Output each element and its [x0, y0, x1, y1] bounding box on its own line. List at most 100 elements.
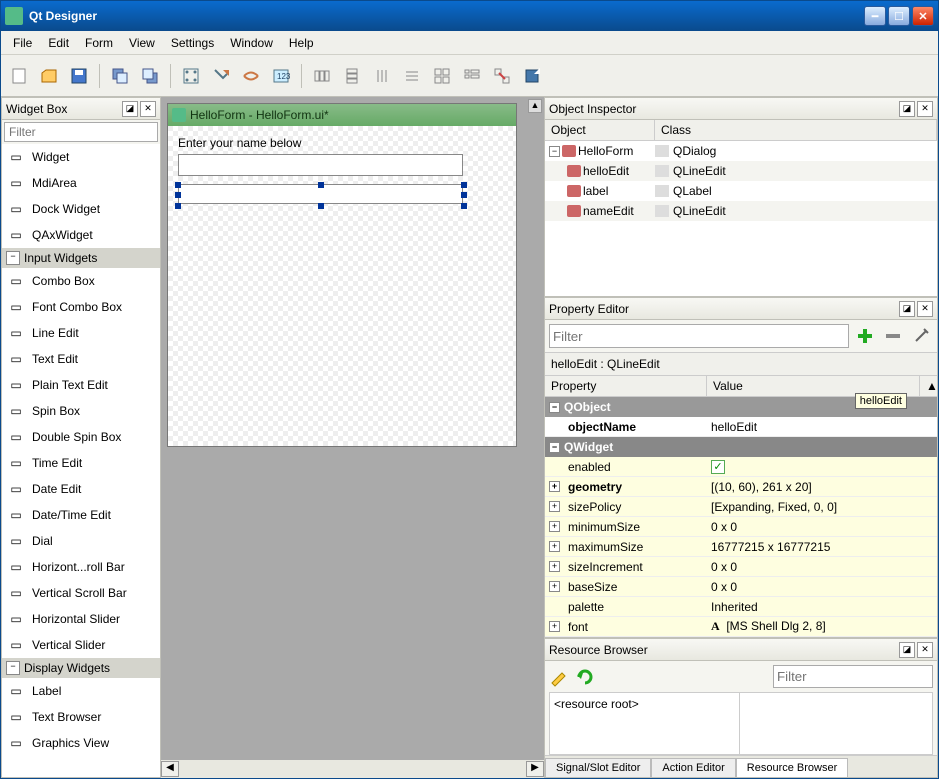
scroll-right[interactable]: ▶	[526, 761, 544, 777]
widget-item[interactable]: ▭Widget	[2, 144, 160, 170]
property-row[interactable]: paletteInherited	[545, 597, 937, 617]
menu-window[interactable]: Window	[222, 33, 281, 53]
property-row[interactable]: +maximumSize16777215 x 16777215	[545, 537, 937, 557]
menu-settings[interactable]: Settings	[163, 33, 222, 53]
bring-front-button[interactable]	[136, 62, 164, 90]
property-row[interactable]: +baseSize0 x 0	[545, 577, 937, 597]
resource-filter-input[interactable]	[773, 665, 933, 688]
object-row[interactable]: helloEditQLineEdit	[545, 161, 937, 181]
dock-close-button[interactable]: ✕	[140, 101, 156, 117]
widget-item[interactable]: ▭Horizontal Slider	[2, 606, 160, 632]
send-back-button[interactable]	[106, 62, 134, 90]
edit-buddies-button[interactable]	[237, 62, 265, 90]
property-group[interactable]: −QWidget	[545, 437, 937, 457]
resource-tree[interactable]: <resource root>	[550, 693, 740, 754]
widget-item[interactable]: ▭Label	[2, 678, 160, 704]
edit-resources-button[interactable]	[549, 667, 569, 687]
menu-edit[interactable]: Edit	[40, 33, 77, 53]
layout-grid-button[interactable]	[428, 62, 456, 90]
open-button[interactable]	[35, 62, 63, 90]
form-label[interactable]: Enter your name below	[178, 136, 301, 150]
widget-item[interactable]: ▭Vertical Scroll Bar	[2, 580, 160, 606]
remove-property-button[interactable]	[881, 324, 905, 348]
widget-category[interactable]: −Input Widgets	[2, 248, 160, 268]
dock-close-button[interactable]: ✕	[917, 101, 933, 117]
add-property-button[interactable]	[853, 324, 877, 348]
center-hscroll[interactable]: ◀ ▶	[161, 760, 544, 778]
menu-file[interactable]: File	[5, 33, 40, 53]
widget-item[interactable]: ▭Time Edit	[2, 450, 160, 476]
dock-close-button[interactable]: ✕	[917, 642, 933, 658]
class-col-header[interactable]: Class	[655, 120, 937, 140]
edit-taborder-button[interactable]: 123	[267, 62, 295, 90]
layout-hsplit-button[interactable]	[368, 62, 396, 90]
object-row[interactable]: labelQLabel	[545, 181, 937, 201]
widget-item[interactable]: ▭Font Combo Box	[2, 294, 160, 320]
widget-item[interactable]: ▭Dock Widget	[2, 196, 160, 222]
widget-item[interactable]: ▭Text Browser	[2, 704, 160, 730]
reload-button[interactable]	[575, 667, 595, 687]
dock-float-button[interactable]: ◪	[122, 101, 138, 117]
property-row[interactable]: +geometry[(10, 60), 261 x 20]	[545, 477, 937, 497]
scroll-left[interactable]: ◀	[161, 761, 179, 777]
property-row[interactable]: +sizePolicy[Expanding, Fixed, 0, 0]	[545, 497, 937, 517]
dock-close-button[interactable]: ✕	[917, 301, 933, 317]
maximize-button[interactable]: ☐	[888, 6, 910, 26]
edit-widgets-button[interactable]	[177, 62, 205, 90]
save-button[interactable]	[65, 62, 93, 90]
dockwidget-icon: ▭	[6, 200, 26, 218]
layout-vsplit-button[interactable]	[398, 62, 426, 90]
configure-button[interactable]	[909, 324, 933, 348]
mdi-scroll-up[interactable]: ▲	[528, 99, 542, 113]
property-row[interactable]: +fontA [MS Shell Dlg 2, 8]	[545, 617, 937, 637]
menu-view[interactable]: View	[121, 33, 163, 53]
widget-item[interactable]: ▭Line Edit	[2, 320, 160, 346]
break-layout-button[interactable]	[488, 62, 516, 90]
widget-item[interactable]: ▭Date/Time Edit	[2, 502, 160, 528]
property-editor-panel: Property Editor ◪ ✕ helloEdit : QLineEdi…	[544, 297, 938, 638]
name-edit-widget[interactable]	[178, 154, 463, 176]
tab-action-editor[interactable]: Action Editor	[651, 758, 735, 777]
widget-item[interactable]: ▭Double Spin Box	[2, 424, 160, 450]
widget-item[interactable]: ▭QAxWidget	[2, 222, 160, 248]
object-col-header[interactable]: Object	[545, 120, 655, 140]
widget-item[interactable]: ▭MdiArea	[2, 170, 160, 196]
close-button[interactable]: ✕	[912, 6, 934, 26]
widget-item[interactable]: ▭Text Edit	[2, 346, 160, 372]
widget-item[interactable]: ▭Vertical Slider	[2, 632, 160, 658]
object-row[interactable]: nameEditQLineEdit	[545, 201, 937, 221]
widget-filter-input[interactable]	[4, 122, 158, 142]
property-row[interactable]: enabled✓	[545, 457, 937, 477]
scroll-up[interactable]: ▲	[919, 376, 937, 396]
edit-signals-button[interactable]	[207, 62, 235, 90]
widget-list[interactable]: ▭Widget▭MdiArea▭Dock Widget▭QAxWidget−In…	[2, 144, 160, 777]
dock-float-button[interactable]: ◪	[899, 642, 915, 658]
form-window[interactable]: HelloForm - HelloForm.ui* Enter your nam…	[167, 103, 517, 447]
tab-resource-browser[interactable]: Resource Browser	[736, 758, 848, 777]
property-row[interactable]: +minimumSize0 x 0	[545, 517, 937, 537]
object-row[interactable]: −HelloFormQDialog	[545, 141, 937, 161]
property-row[interactable]: +sizeIncrement0 x 0	[545, 557, 937, 577]
menu-form[interactable]: Form	[77, 33, 121, 53]
layout-hbox-button[interactable]	[308, 62, 336, 90]
widget-item[interactable]: ▭Dial	[2, 528, 160, 554]
widget-item[interactable]: ▭Plain Text Edit	[2, 372, 160, 398]
menu-help[interactable]: Help	[281, 33, 322, 53]
widget-item[interactable]: ▭Combo Box	[2, 268, 160, 294]
property-filter-input[interactable]	[549, 324, 849, 348]
tab-signal-slot-editor[interactable]: Signal/Slot Editor	[545, 758, 651, 777]
layout-form-button[interactable]	[458, 62, 486, 90]
widget-item[interactable]: ▭Date Edit	[2, 476, 160, 502]
widget-item[interactable]: ▭Spin Box	[2, 398, 160, 424]
new-button[interactable]	[5, 62, 33, 90]
layout-vbox-button[interactable]	[338, 62, 366, 90]
adjust-size-button[interactable]	[518, 62, 546, 90]
dock-float-button[interactable]: ◪	[899, 301, 915, 317]
widget-item[interactable]: ▭Graphics View	[2, 730, 160, 756]
minimize-button[interactable]: ━	[864, 6, 886, 26]
property-row[interactable]: objectNamehelloEdit	[545, 417, 937, 437]
widget-item[interactable]: ▭Horizont...roll Bar	[2, 554, 160, 580]
property-col-header[interactable]: Property	[545, 376, 707, 396]
widget-category[interactable]: −Display Widgets	[2, 658, 160, 678]
dock-float-button[interactable]: ◪	[899, 101, 915, 117]
